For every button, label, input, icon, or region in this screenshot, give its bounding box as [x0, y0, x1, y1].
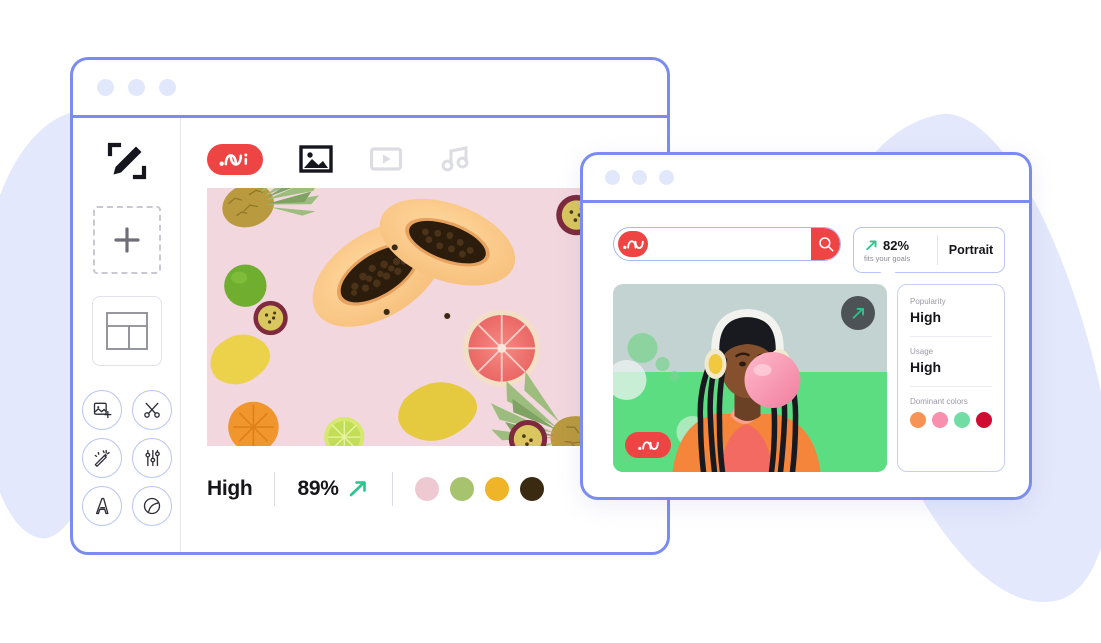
score-group: 89% — [297, 477, 369, 501]
window-dot-minimize[interactable] — [632, 170, 647, 185]
dominant-color-dot-4[interactable] — [976, 412, 992, 428]
rating-value: High — [207, 477, 253, 500]
search-body: 82% fits your goals Portrait Popularity … — [583, 203, 1029, 497]
edit-crop-icon[interactable] — [106, 140, 148, 182]
search-input[interactable] — [648, 237, 812, 251]
search-bar[interactable] — [613, 227, 841, 261]
score-percent: 89% — [297, 477, 339, 500]
popularity-value: High — [910, 309, 942, 325]
sliders-icon[interactable] — [131, 438, 172, 478]
brand-logo-icon — [622, 240, 644, 249]
add-media-box[interactable] — [92, 206, 161, 274]
meta-divider-1 — [274, 472, 276, 506]
image-search-window: 82% fits your goals Portrait Popularity … — [580, 152, 1032, 500]
color-swatch-3[interactable] — [484, 477, 509, 501]
dominant-color-dot-3[interactable] — [954, 412, 970, 428]
color-swatch-2[interactable] — [449, 477, 474, 501]
search-submit-button[interactable] — [811, 228, 840, 260]
add-image-icon[interactable] — [81, 390, 122, 430]
goal-percent-row: 82% — [864, 238, 937, 253]
meta-divider-2 — [391, 472, 393, 506]
trend-badge[interactable] — [841, 296, 875, 330]
image-meta-bar: High 89% — [207, 446, 641, 532]
brand-logo-icon — [219, 153, 248, 166]
brand-logo-pill-overlay — [625, 432, 671, 458]
goal-subtitle: fits your goals — [864, 253, 911, 263]
trend-up-arrow — [852, 307, 864, 319]
goal-left: 82% fits your goals — [854, 238, 937, 263]
tab-audio[interactable] — [439, 142, 471, 176]
dominant-color-swatches — [414, 477, 544, 501]
music-note-icon — [441, 146, 469, 172]
search-row: 82% fits your goals Portrait — [613, 227, 1005, 281]
portrait-preview-photo[interactable] — [613, 284, 887, 472]
brand-logo-pill — [207, 143, 263, 175]
tab-image[interactable] — [299, 142, 333, 176]
popularity-label: Popularity — [910, 297, 946, 306]
search-content-row: Popularity High Usage High Dominant colo… — [613, 284, 1005, 472]
trend-up-arrow — [349, 481, 366, 497]
image-icon — [299, 145, 333, 173]
window-dot-minimize[interactable] — [128, 79, 145, 96]
orientation-label: Portrait — [948, 243, 994, 257]
dominant-colors-list — [910, 412, 992, 428]
layout-preset-button[interactable] — [91, 296, 162, 366]
trend-up-arrow — [866, 240, 877, 250]
dominant-color-dot-1[interactable] — [910, 412, 926, 428]
dominant-color-dot-2[interactable] — [932, 412, 948, 428]
dominant-colors-label: Dominant colors — [910, 397, 968, 406]
text-tool-icon[interactable] — [81, 486, 122, 526]
color-filter-icon[interactable] — [131, 486, 172, 526]
screenshot-canvas: High 89% 82% fits your goals Portrait Po… — [0, 0, 1101, 643]
editor-tool-grid — [81, 390, 172, 526]
goal-fit-card: 82% fits your goals Portrait — [853, 227, 1005, 281]
brand-logo-icon — [637, 441, 659, 450]
brand-logo-pill — [618, 231, 649, 257]
scissors-icon[interactable] — [131, 390, 172, 430]
usage-value: High — [910, 359, 942, 375]
usage-label: Usage — [910, 347, 934, 356]
info-divider-1 — [910, 336, 992, 337]
color-swatch-1[interactable] — [414, 477, 439, 501]
editor-body: High 89% — [73, 118, 667, 552]
window-dot-close[interactable] — [605, 170, 620, 185]
info-divider-2 — [910, 386, 992, 387]
magic-wand-icon[interactable] — [81, 438, 122, 478]
tab-ai[interactable] — [207, 142, 263, 176]
goal-percent: 82% — [883, 237, 910, 253]
editor-sidebar — [73, 118, 181, 552]
tab-video[interactable] — [369, 142, 403, 176]
search-titlebar — [583, 155, 1029, 203]
window-dot-maximize[interactable] — [659, 170, 674, 185]
layout-grid-icon — [105, 312, 148, 350]
video-icon — [369, 147, 403, 171]
search-icon — [818, 237, 834, 252]
editor-titlebar — [73, 60, 667, 118]
color-swatch-4[interactable] — [519, 477, 544, 501]
image-info-card: Popularity High Usage High Dominant colo… — [897, 284, 1005, 472]
fruit-flatlay-photo[interactable] — [207, 188, 641, 446]
window-dot-close[interactable] — [97, 79, 114, 96]
window-dot-maximize[interactable] — [159, 79, 176, 96]
plus-icon — [113, 227, 140, 253]
goal-card-pointer — [880, 272, 896, 281]
